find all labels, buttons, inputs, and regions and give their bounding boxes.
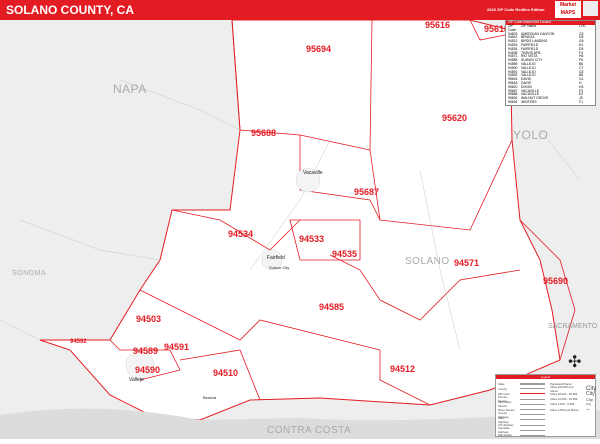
title-bar: SOLANO COUNTY, CA 2023 ZIP Code Redline … (0, 0, 600, 20)
map-title: SOLANO COUNTY, CA (6, 3, 135, 17)
city-label: Suisun City (269, 265, 290, 270)
zip-label[interactable]: 94585 (319, 302, 344, 312)
legend-swatch (520, 393, 545, 395)
zip-label[interactable]: 95694 (306, 44, 331, 54)
compass-icon: ✣ (568, 354, 582, 371)
legend-panel: Legend State County ZIP Code Primary Street… (495, 374, 596, 437)
legend-swatch (520, 419, 545, 421)
zip-label[interactable]: 95687 (354, 187, 379, 197)
place-label: Cities 10,000 - 24,999 (550, 397, 578, 402)
city-label: Benicia (203, 395, 217, 400)
brand-logo: Market MAPS (555, 1, 581, 18)
legend-swatch (520, 398, 545, 400)
legend-swatch (520, 382, 545, 385)
legend-item: Rail Roads (498, 433, 545, 438)
city-label: Vacaville (303, 170, 323, 176)
legend-place: Cities 2,500 and Below City (550, 407, 596, 412)
zip-label[interactable]: 95690 (543, 276, 568, 286)
region-label: SOLANO (405, 256, 450, 267)
place-sample: City (586, 396, 593, 402)
zip-label[interactable]: 94534 (228, 229, 253, 239)
zip-index-panel: ZIP Code Index/Grid Locator ZIP Code ZIP … (505, 20, 596, 106)
legend-swatch (520, 429, 545, 431)
legend-swatch (520, 424, 545, 426)
zip-label[interactable]: 94592 (70, 339, 87, 345)
legend-title: Legend (496, 375, 595, 379)
legend-label: State (498, 381, 505, 386)
zip-label[interactable]: 95620 (442, 113, 467, 123)
index-cell: WINTERS (521, 99, 537, 104)
legend-label: Rail Roads (498, 433, 512, 438)
index-row: 95694 WINTERS F1 (506, 99, 595, 105)
place-label: Cities 25,000 - 99,999 (550, 391, 578, 396)
place-sample: City (586, 408, 590, 411)
region-label: CONTRA COSTA (267, 425, 352, 436)
region-label: SONOMA (12, 270, 47, 277)
region-label: YOLO (513, 128, 549, 142)
region-label: SACRAMENTO (548, 323, 598, 330)
legend-swatch (520, 409, 545, 411)
zip-label[interactable]: 94589 (133, 346, 158, 356)
place-sample: City (586, 402, 592, 407)
zip-label[interactable]: 95688 (251, 128, 276, 138)
index-cell: 95694 (508, 99, 518, 104)
legend-swatch (520, 434, 545, 436)
city-label: Fairfield (267, 255, 285, 261)
zip-label[interactable]: 94535 (332, 249, 357, 259)
badge-icon (583, 1, 598, 16)
edition-label: 2023 ZIP Code Redline Edition (487, 7, 545, 12)
legend-swatch (520, 388, 545, 390)
zip-label[interactable]: 94503 (136, 314, 161, 324)
zip-label[interactable]: 94510 (213, 368, 238, 378)
place-label: Cities 2,500 and Below (550, 407, 579, 412)
city-label: Vallejo (129, 377, 144, 383)
place-label: Cities 2,500 - 9,999 (550, 402, 575, 407)
zip-label[interactable]: 94533 (299, 234, 324, 244)
legend-place: Cities 10,000 - 24,999 City (550, 397, 596, 402)
zip-label[interactable]: 94512 (390, 364, 415, 374)
zip-label[interactable]: 94571 (454, 258, 479, 268)
legend-swatch (520, 403, 545, 405)
index-cell: F1 (579, 99, 583, 104)
legend-swatch (520, 414, 545, 416)
legend-label: County (498, 386, 507, 391)
zip-label[interactable]: 94590 (135, 365, 160, 375)
legend-place: Cities 2,500 - 9,999 City (550, 402, 596, 407)
zip-label[interactable]: 95616 (425, 20, 450, 30)
zip-label[interactable]: 94591 (164, 342, 189, 352)
region-label: NAPA (113, 82, 147, 96)
